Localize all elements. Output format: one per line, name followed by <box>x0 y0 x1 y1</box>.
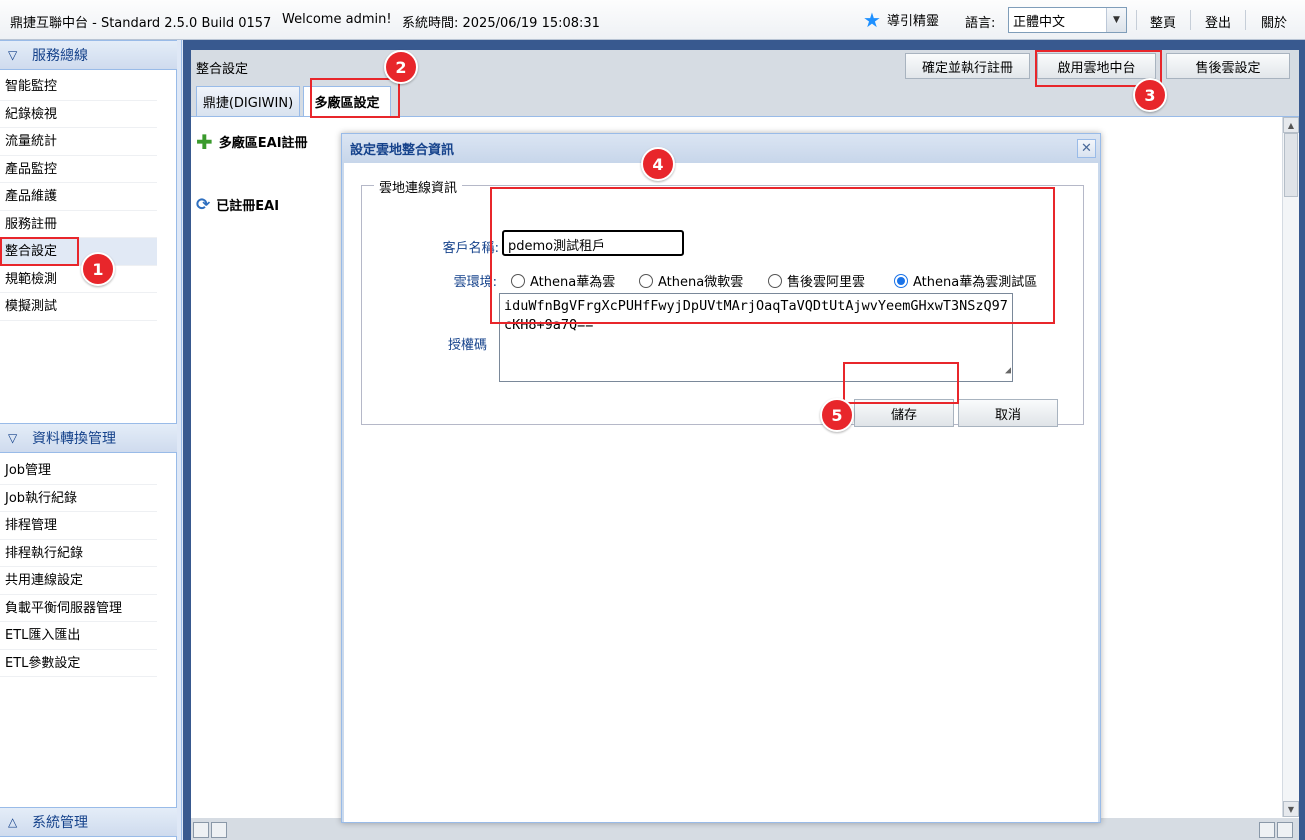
sidebar-item-job-manage[interactable]: Job管理 <box>0 457 157 485</box>
divider <box>1245 10 1246 30</box>
step-badge: 2 <box>384 50 418 84</box>
confirm-register-button[interactable]: 確定並執行註冊 <box>905 53 1030 79</box>
chevron-up-icon: △ <box>8 815 18 829</box>
highlight-box <box>0 237 79 266</box>
sidebar-item-traffic-stats[interactable]: 流量統計 <box>0 128 157 156</box>
nav-right-icon[interactable] <box>211 822 227 838</box>
guide-label: 導引精靈 <box>886 14 939 29</box>
dialog-header[interactable]: 設定雲地整合資訊 <box>342 134 1100 163</box>
chevron-down-icon: ▽ <box>8 48 18 62</box>
step-badge: 1 <box>81 252 115 286</box>
data-panel-title: 資料轉換管理 <box>32 431 116 447</box>
language-select[interactable]: 正體中文 ▼ <box>1008 7 1127 33</box>
about-link[interactable]: 關於 <box>1261 12 1287 31</box>
sidebar-item-load-balancer[interactable]: 負載平衡伺服器管理 <box>0 595 157 622</box>
chevron-down-icon: ▽ <box>8 431 18 445</box>
sidebar-item-job-log[interactable]: Job執行紀錄 <box>0 485 157 512</box>
data-menu: Job管理 Job執行紀錄 排程管理 排程執行紀錄 共用連線設定 負載平衡伺服器… <box>0 457 177 677</box>
sidebar-item-product-monitor[interactable]: 產品監控 <box>0 156 157 183</box>
after-sales-cloud-button[interactable]: 售後雲設定 <box>1166 53 1290 79</box>
sidebar-item-etl-params[interactable]: ETL參數設定 <box>0 650 157 677</box>
fieldset-legend: 雲地連線資訊 <box>374 177 463 196</box>
customer-name-label: 客戶名稱: <box>442 241 499 256</box>
vertical-scrollbar[interactable]: ▲ ▼ <box>1282 117 1299 817</box>
scroll-thumb[interactable] <box>1284 133 1298 197</box>
system-panel-title: 系統管理 <box>32 815 88 831</box>
data-panel-header[interactable]: ▽ 資料轉換管理 <box>0 423 177 453</box>
sidebar-item-smart-monitor[interactable]: 智能監控 <box>0 73 157 101</box>
auth-code-label: 授權碼 <box>447 338 487 353</box>
register-eai-link[interactable]: ✚ 多廠區EAI註冊 <box>196 129 308 154</box>
step-badge: 3 <box>1133 78 1167 112</box>
step-badge: 4 <box>641 147 675 181</box>
nav-right-icon[interactable] <box>1277 822 1293 838</box>
page-title: 整合設定 <box>196 62 249 77</box>
highlight-box <box>843 362 959 404</box>
app-title: 鼎捷互聯中台 - Standard 2.5.0 Build 0157 <box>10 16 272 31</box>
language-value: 正體中文 <box>1013 14 1066 30</box>
sidebar-item-log-view[interactable]: 紀錄檢視 <box>0 101 157 128</box>
top-bar: 鼎捷互聯中台 - Standard 2.5.0 Build 0157 Welco… <box>0 0 1305 40</box>
highlight-box <box>310 78 400 118</box>
close-icon[interactable]: ✕ <box>1077 139 1096 158</box>
star-icon: ★ <box>863 7 881 32</box>
sidebar-item-shared-connection[interactable]: 共用連線設定 <box>0 567 157 595</box>
sidebar-item-product-maintenance[interactable]: 產品維護 <box>0 183 157 211</box>
divider <box>1136 10 1137 30</box>
logout-link[interactable]: 登出 <box>1205 12 1231 31</box>
cloud-env-label: 雲環境: <box>453 275 497 290</box>
service-panel-title: 服務總線 <box>32 48 88 64</box>
registered-eai-label: 已註冊EAI <box>216 199 280 214</box>
welcome-text: Welcome admin! <box>282 12 392 27</box>
step-badge: 5 <box>820 398 854 432</box>
register-eai-label: 多廠區EAI註冊 <box>218 136 308 151</box>
plus-icon: ✚ <box>196 129 213 154</box>
chevron-down-icon[interactable]: ▼ <box>1106 8 1126 32</box>
sidebar-item-etl-import-export[interactable]: ETL匯入匯出 <box>0 622 157 650</box>
tab-digiwin[interactable]: 鼎捷(DIGIWIN) <box>196 86 300 116</box>
scroll-down-icon[interactable]: ▼ <box>1283 801 1299 817</box>
language-label: 語言: <box>965 16 996 31</box>
nav-left-icon[interactable] <box>1259 822 1275 838</box>
home-link[interactable]: 整頁 <box>1150 12 1176 31</box>
service-panel-header[interactable]: ▽ 服務總線 <box>0 40 177 70</box>
sidebar-item-schedule-log[interactable]: 排程執行紀錄 <box>0 540 157 567</box>
sidebar-item-simulation-test[interactable]: 模擬測試 <box>0 293 157 321</box>
nav-left-icon[interactable] <box>193 822 209 838</box>
system-time: 系統時間: 2025/06/19 15:08:31 <box>402 16 600 31</box>
scroll-up-icon[interactable]: ▲ <box>1283 117 1299 133</box>
system-panel-header[interactable]: △ 系統管理 <box>0 807 177 837</box>
guide-link[interactable]: ★ 導引精靈 <box>863 7 939 32</box>
refresh-icon: ⟳ <box>196 194 211 215</box>
dialog-title: 設定雲地整合資訊 <box>350 143 455 158</box>
sidebar: ▽ 服務總線 智能監控 紀錄檢視 流量統計 產品監控 產品維護 服務註冊 整合設… <box>0 40 177 840</box>
highlight-box <box>490 187 1055 324</box>
registered-eai-link[interactable]: ⟳ 已註冊EAI <box>196 195 279 214</box>
sidebar-item-schedule-manage[interactable]: 排程管理 <box>0 512 157 540</box>
sidebar-splitter[interactable] <box>177 40 182 840</box>
sidebar-item-service-register[interactable]: 服務註冊 <box>0 211 157 238</box>
resize-grip-icon[interactable]: ◢ <box>1005 361 1011 380</box>
divider <box>1190 10 1191 30</box>
sidebar-item-spec-check[interactable]: 規範檢測 <box>0 266 157 293</box>
cancel-button[interactable]: 取消 <box>958 399 1058 427</box>
